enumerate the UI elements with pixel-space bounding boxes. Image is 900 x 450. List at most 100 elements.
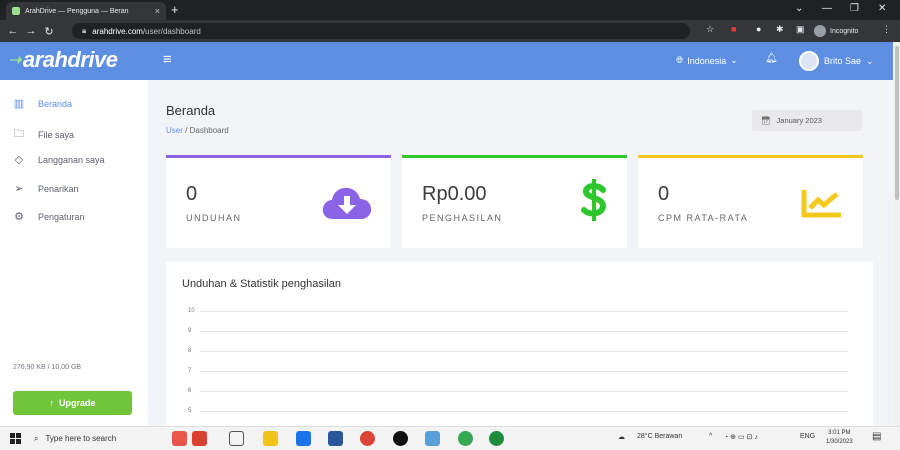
weather-label[interactable]: 28°C Berawan	[637, 433, 682, 440]
tab-search-icon[interactable]: ⌄	[795, 3, 803, 14]
stat-card-cpm: 0 CPM RATA-RATA	[638, 155, 863, 248]
upgrade-button[interactable]: ↑ Upgrade	[13, 391, 132, 415]
grid-line	[200, 371, 848, 372]
store-icon[interactable]	[296, 431, 311, 446]
tray-chevron-up-icon[interactable]: ^	[709, 433, 712, 440]
file-explorer-icon[interactable]	[263, 431, 278, 446]
url-host: arahdrive.com	[92, 26, 143, 36]
taskbar-search-placeholder: Type here to search	[45, 434, 117, 443]
weather-icon[interactable]: ☁	[618, 433, 625, 441]
clock-date: 1/30/2023	[826, 439, 853, 445]
chevron-down-icon: ⌄	[730, 55, 738, 65]
sidebar-item-penarikan[interactable]: ➢ Penarikan	[12, 182, 78, 195]
extensions-puzzle-icon[interactable]: ✱	[776, 24, 784, 35]
app-icon[interactable]	[425, 431, 440, 446]
notification-bell-icon[interactable]: 🔔︎	[765, 53, 778, 64]
windows-taskbar: ⌕ Type here to search ☁ 28°C Berawan ^ ◔…	[0, 426, 900, 450]
tray-lang[interactable]: ENG	[800, 433, 815, 440]
reload-icon[interactable]: ↻	[40, 25, 58, 38]
stat-value: Rp0.00	[422, 183, 487, 205]
address-bar[interactable]: 🔒︎ arahdrive.com/user/dashboard	[72, 23, 690, 39]
grid-line	[200, 411, 848, 412]
grid-line	[200, 311, 848, 312]
chrome-icon[interactable]	[360, 431, 375, 446]
chart-title: Unduhan & Statistik penghasilan	[182, 278, 341, 290]
sidebar-item-pengaturan[interactable]: ⚙ Pengaturan	[12, 210, 84, 223]
send-icon: ➢	[14, 183, 24, 195]
sidebar-item-beranda[interactable]: ▥ Beranda	[12, 97, 72, 110]
incognito-label: Incognito	[830, 27, 859, 35]
grid-line	[200, 331, 848, 332]
folder-icon: 🗀	[13, 128, 25, 140]
close-tab-icon[interactable]: ×	[155, 6, 160, 16]
stat-label: UNDUHAN	[186, 213, 242, 223]
incognito-indicator[interactable]: Incognito	[814, 23, 858, 39]
back-icon[interactable]: ←	[4, 25, 22, 37]
close-window-button[interactable]: ✕	[878, 3, 886, 14]
extension-icon-2[interactable]: ●	[756, 24, 761, 34]
grid-line	[200, 351, 848, 352]
sidebar-item-langganan-saya[interactable]: ◇ Langganan saya	[12, 153, 105, 166]
notification-center-icon[interactable]: ▤	[872, 431, 881, 442]
breadcrumb: User / Dashboard	[166, 126, 229, 135]
grid-line	[200, 391, 848, 392]
statistics-panel: Unduhan & Statistik penghasilan 10 9 8 7…	[166, 262, 873, 432]
cloud-download-icon	[321, 185, 373, 226]
sidebar-item-label: Beranda	[38, 98, 73, 109]
diamond-icon: ◇	[14, 154, 24, 166]
chevron-down-icon: ⌄	[866, 55, 874, 66]
language-selector[interactable]: 🌐︎ Indonesia ⌄	[676, 55, 738, 66]
browser-toolbar: ← → ↻ 🔒︎ arahdrive.com/user/dashboard ☆ …	[0, 20, 900, 42]
y-tick-label: 10	[188, 308, 195, 314]
y-tick-label: 8	[188, 348, 192, 354]
stat-card-downloads: 0 UNDUHAN	[166, 155, 391, 248]
gear-icon: ⚙	[14, 211, 24, 223]
menu-toggle-icon[interactable]: ≡	[163, 51, 172, 68]
tiktok-icon[interactable]	[393, 431, 408, 446]
gift-widget-icon[interactable]	[172, 431, 187, 446]
side-panel-icon[interactable]: ▣	[796, 24, 805, 35]
bookmark-star-icon[interactable]: ☆	[706, 24, 714, 35]
page-scrollbar-thumb[interactable]	[895, 46, 899, 200]
word-icon[interactable]	[328, 431, 343, 446]
incognito-icon	[814, 25, 826, 37]
date-picker-value: January 2023	[776, 116, 822, 125]
restore-window-button[interactable]: ❐	[850, 3, 859, 14]
user-name: Brito Sae	[824, 56, 862, 66]
chart-line-icon	[801, 188, 843, 223]
logo-text: arahdrive	[22, 47, 118, 72]
sidebar-item-file-saya[interactable]: 🗀 File saya	[12, 125, 75, 144]
tray-icons[interactable]: ◔ ⊕ ▭ ⊡ ♪	[724, 433, 758, 441]
stat-value: 0	[658, 183, 670, 205]
gift-widget-icon-2[interactable]	[192, 431, 207, 446]
globe-icon: 🌐︎	[676, 55, 684, 65]
y-tick-label: 9	[188, 328, 192, 334]
app-icon-2[interactable]	[489, 431, 504, 446]
taskbar-search[interactable]: ⌕ Type here to search	[34, 429, 158, 448]
browser-tab[interactable]: ArahDrive — Pengguna — Beran ×	[6, 2, 166, 20]
new-tab-button[interactable]: +	[171, 2, 179, 18]
page-title: Beranda	[166, 103, 216, 118]
logo-mark-icon: ➝	[8, 52, 21, 69]
user-menu[interactable]: Brito Sae ⌄	[799, 51, 874, 71]
sidebar-item-label: Langganan saya	[38, 154, 105, 165]
stat-value: 0	[186, 183, 198, 205]
taskbar-clock[interactable]: 3:01 PM 1/30/2023	[826, 429, 853, 447]
upgrade-label: Upgrade	[58, 398, 96, 408]
task-view-icon[interactable]	[229, 431, 244, 446]
extension-icon[interactable]: ■	[731, 24, 736, 34]
app-logo[interactable]: ➝ arahdrive	[8, 47, 118, 73]
storage-usage: 276,90 KB / 10,00 GB	[13, 364, 82, 371]
avatar	[799, 51, 819, 71]
clock-time: 3:01 PM	[828, 430, 851, 436]
breadcrumb-separator: /	[185, 126, 188, 135]
chrome-incognito-icon[interactable]	[458, 431, 473, 446]
forward-icon[interactable]: →	[22, 25, 40, 37]
date-picker[interactable]: 📅︎ January 2023	[752, 110, 862, 131]
browser-menu-icon[interactable]: ⋮	[882, 24, 891, 35]
windows-start-icon[interactable]	[10, 433, 21, 444]
breadcrumb-user-link[interactable]: User	[166, 126, 183, 135]
minimize-window-button[interactable]: —	[822, 3, 832, 14]
stat-label: PENGHASILAN	[422, 213, 503, 223]
tab-title: ArahDrive — Pengguna — Beran	[25, 7, 129, 15]
